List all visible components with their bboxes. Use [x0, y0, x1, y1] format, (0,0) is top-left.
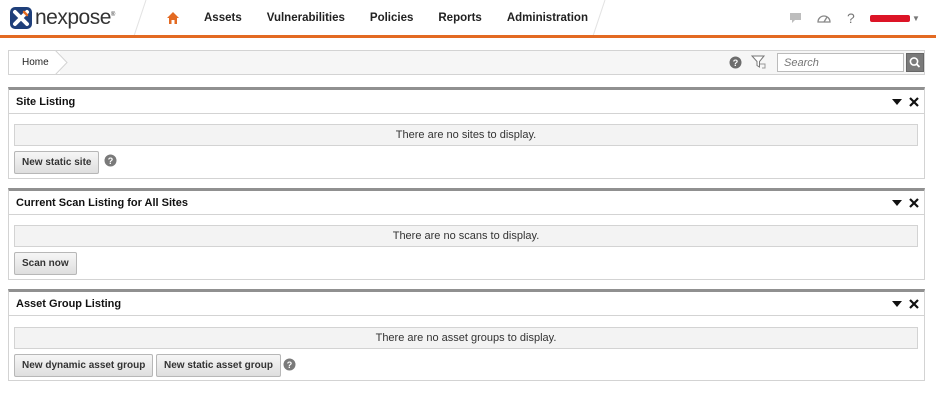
chat-icon[interactable]: [789, 12, 802, 24]
panel-title: Site Listing: [16, 96, 76, 108]
panel-tools: [891, 197, 920, 209]
close-icon[interactable]: [908, 298, 920, 310]
dashboard-gauge-icon[interactable]: [816, 12, 832, 24]
main-nav: Assets Vulnerabilities Policies Reports …: [166, 0, 613, 36]
nav-vulnerabilities[interactable]: Vulnerabilities: [267, 12, 345, 24]
topbar-accent-line: [0, 35, 936, 38]
new-dynamic-asset-group-button[interactable]: New dynamic asset group: [14, 354, 154, 377]
panel-header: Site Listing: [9, 90, 924, 114]
close-icon[interactable]: [908, 96, 920, 108]
scan-listing-panel: Current Scan Listing for All Sites There…: [8, 188, 925, 280]
chevron-down-icon: ▼: [912, 13, 920, 23]
nexpose-logo-icon: [10, 7, 32, 29]
help-icon[interactable]: ?: [283, 358, 296, 371]
nav-separator: [133, 0, 147, 36]
search-button[interactable]: [906, 53, 924, 72]
top-navigation-bar: nexpose ® Assets Vulnerabilities Policies…: [0, 0, 936, 36]
logo-text: nexpose: [35, 6, 111, 29]
nav-separator-right: [592, 0, 606, 36]
user-name-redacted: [870, 14, 910, 22]
nav-reports[interactable]: Reports: [438, 12, 481, 24]
svg-text:?: ?: [287, 360, 293, 370]
user-menu[interactable]: ▼: [870, 14, 920, 23]
empty-message-row: There are no asset groups to display.: [14, 327, 918, 349]
collapse-caret-icon[interactable]: [891, 298, 903, 310]
close-icon[interactable]: [908, 197, 920, 209]
nexpose-logo[interactable]: nexpose ®: [10, 5, 115, 31]
panel-title: Asset Group Listing: [16, 298, 122, 310]
panel-title: Current Scan Listing for All Sites: [16, 197, 188, 209]
panel-header: Current Scan Listing for All Sites: [9, 191, 924, 215]
panel-tools: [891, 298, 920, 310]
new-static-asset-group-button[interactable]: New static asset group: [156, 354, 281, 377]
breadcrumb-bar: Home ?: [8, 50, 925, 75]
empty-message-row: There are no sites to display.: [14, 124, 918, 146]
empty-message-row: There are no scans to display.: [14, 225, 918, 247]
collapse-caret-icon[interactable]: [891, 197, 903, 209]
svg-text:?: ?: [733, 58, 739, 68]
top-right-icons: ? ▼: [789, 11, 920, 25]
search-icon: [909, 57, 921, 68]
home-icon[interactable]: [166, 10, 182, 26]
help-icon[interactable]: ?: [729, 56, 742, 72]
nav-administration[interactable]: Administration: [507, 12, 588, 24]
svg-text:?: ?: [847, 11, 855, 25]
asset-group-listing-panel: Asset Group Listing There are no asset g…: [8, 289, 925, 381]
registered-mark: ®: [110, 12, 116, 18]
site-listing-panel: Site Listing There are no sites to displ…: [8, 87, 925, 179]
breadcrumb-arrow-icon: [55, 50, 68, 75]
collapse-caret-icon[interactable]: [891, 96, 903, 108]
breadcrumb-home[interactable]: Home: [9, 51, 60, 74]
nav-assets[interactable]: Assets: [204, 12, 242, 24]
help-icon[interactable]: ?: [846, 11, 856, 25]
scan-now-button[interactable]: Scan now: [14, 252, 77, 275]
svg-text:?: ?: [108, 156, 114, 166]
search-input[interactable]: [777, 53, 904, 72]
panel-tools: [891, 96, 920, 108]
filter-icon[interactable]: [750, 54, 767, 73]
help-icon[interactable]: ?: [104, 154, 117, 167]
new-static-site-button[interactable]: New static site: [14, 151, 100, 174]
nav-policies[interactable]: Policies: [370, 12, 413, 24]
panel-header: Asset Group Listing: [9, 292, 924, 316]
